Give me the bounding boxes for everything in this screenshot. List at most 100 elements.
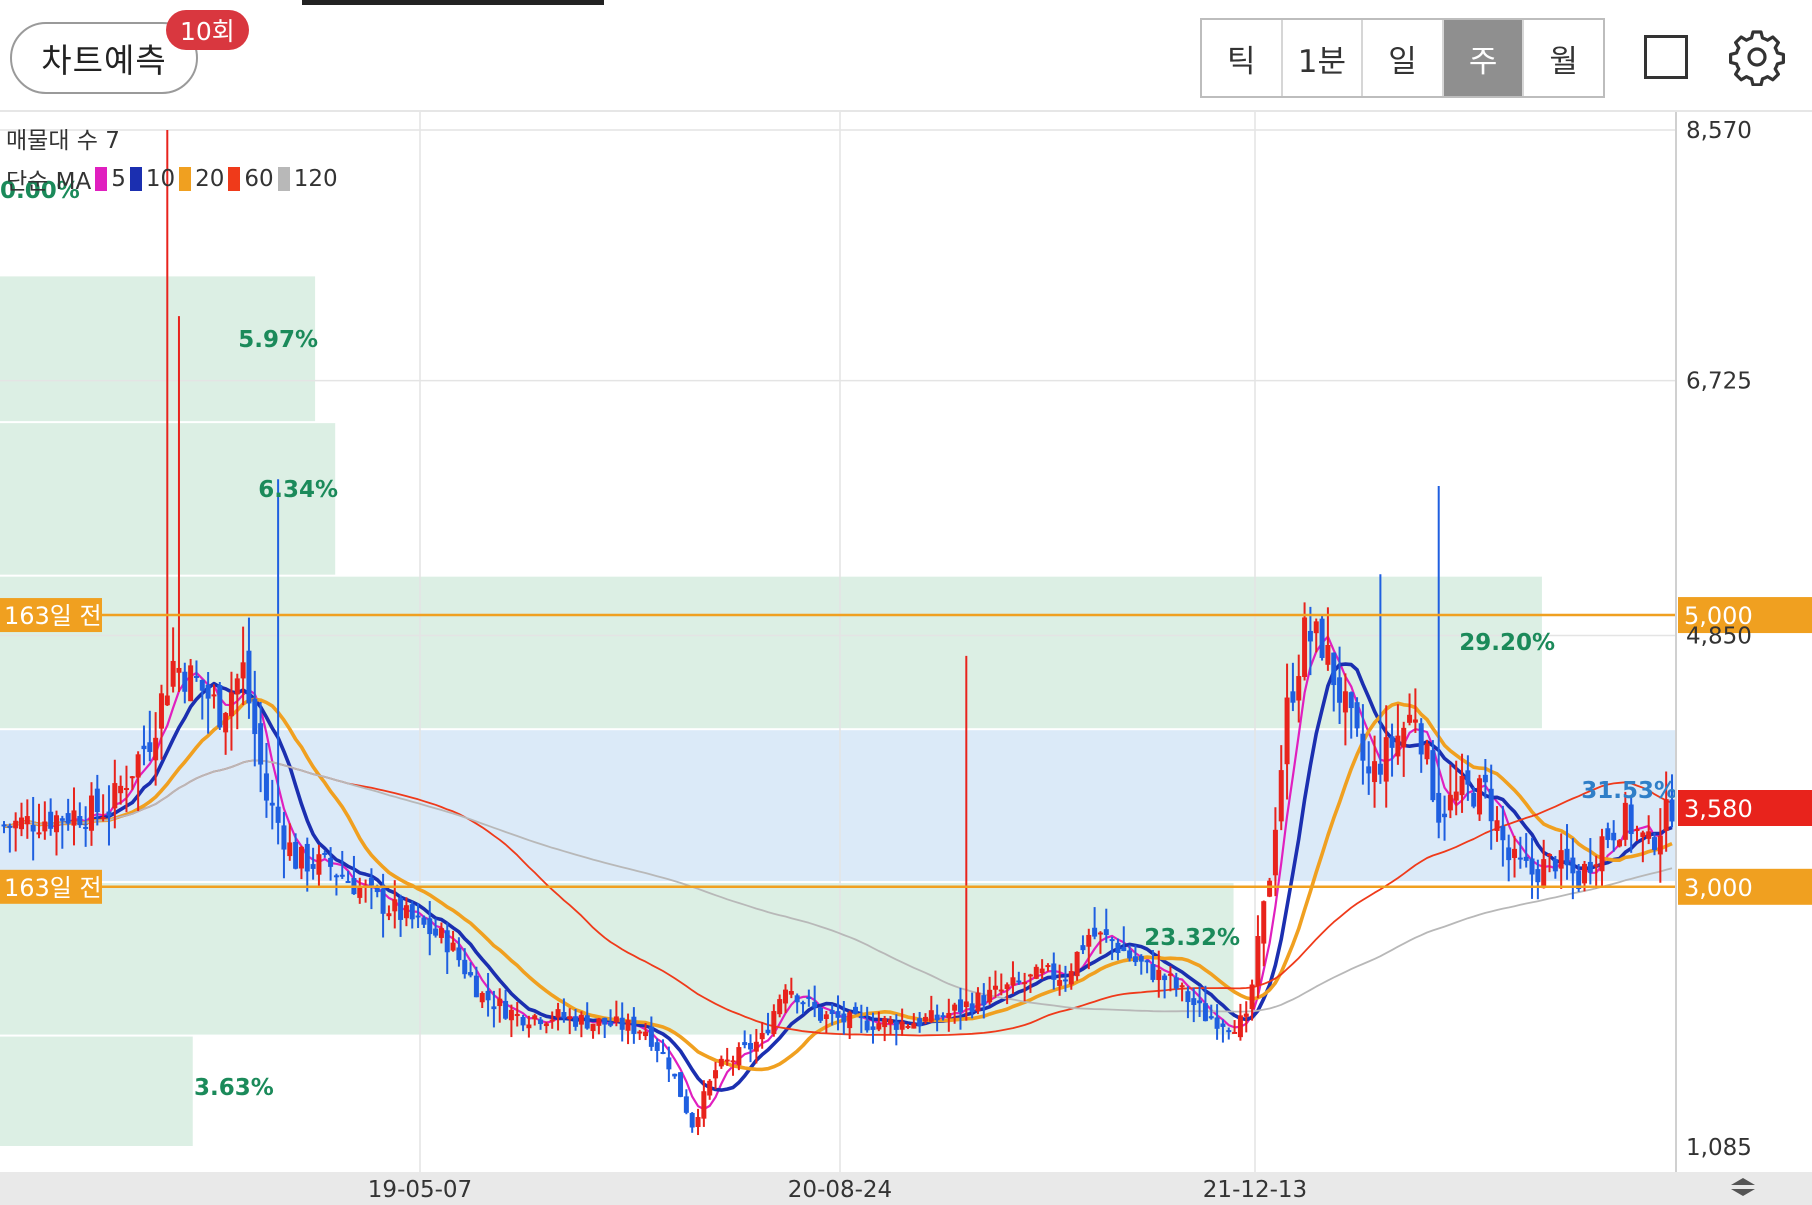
- candle-body-50: [293, 841, 299, 869]
- candle-body-79: [462, 959, 468, 975]
- candle-body-254: [1482, 774, 1488, 783]
- candle-body-268: [1564, 848, 1570, 866]
- candle-body-26: [153, 737, 159, 761]
- candle-body-184: [1074, 951, 1080, 977]
- candle-body-171: [998, 989, 1004, 992]
- candle-body-249: [1453, 791, 1459, 801]
- volume-pct-label-4: 31.53%: [1581, 778, 1677, 804]
- candle-body-132: [771, 1011, 777, 1035]
- candle-body-144: [841, 1013, 847, 1023]
- candle-body-57: [333, 875, 339, 878]
- candle-body-174: [1016, 980, 1022, 983]
- candle-body-280: [1634, 829, 1640, 832]
- candle-body-112: [654, 1042, 660, 1051]
- period-tab-3[interactable]: 주: [1443, 20, 1525, 96]
- candle-body-37: [217, 685, 223, 728]
- candle-body-182: [1062, 979, 1068, 982]
- candle-body-129: [753, 1041, 759, 1052]
- candle-body-10: [59, 818, 65, 821]
- candle-body-35: [205, 684, 211, 699]
- x-tick-label-2: 21-12-13: [1203, 1177, 1307, 1203]
- period-tab-4[interactable]: 월: [1524, 20, 1603, 96]
- candle-body-272: [1587, 861, 1593, 873]
- candle-body-131: [765, 1029, 771, 1034]
- candle-body-145: [847, 1012, 853, 1029]
- ma-legend-item-20: 20: [195, 166, 225, 192]
- candle-body-243: [1418, 723, 1424, 755]
- ma-swatch-5: [95, 167, 108, 191]
- period-tab-2[interactable]: 일: [1363, 20, 1444, 96]
- candle-body-56: [328, 857, 334, 867]
- y-tick-label-3: 1,085: [1686, 1135, 1752, 1161]
- candle-body-120: [701, 1091, 707, 1119]
- period-tab-0[interactable]: 틱: [1202, 20, 1283, 96]
- candle-body-146: [852, 1006, 858, 1014]
- ma-swatch-10: [129, 167, 142, 191]
- candle-body-25: [147, 742, 153, 752]
- candle-body-119: [695, 1117, 701, 1128]
- candle-body-99: [578, 1014, 584, 1025]
- period-tab-1[interactable]: 1분: [1283, 20, 1364, 96]
- candle-body-175: [1022, 982, 1028, 985]
- candle-body-43: [252, 698, 258, 735]
- fullscreen-checkbox-icon[interactable]: [1644, 35, 1688, 79]
- candle-body-264: [1541, 859, 1547, 889]
- candle-body-93: [543, 1023, 549, 1027]
- candle-body-219: [1278, 770, 1284, 822]
- candle-body-165: [963, 1001, 969, 1008]
- candle-body-140: [818, 1007, 824, 1021]
- hline-label-1: 163일 전: [4, 874, 102, 902]
- candle-body-2: [13, 820, 19, 829]
- candle-body-186: [1086, 934, 1092, 947]
- candle-body-15: [88, 795, 94, 831]
- candle-body-166: [969, 1003, 975, 1013]
- candle-body-284: [1657, 835, 1663, 855]
- gear-icon[interactable]: [1728, 28, 1786, 86]
- candle-body-89: [520, 1016, 526, 1026]
- candlestick-chart[interactable]: 163일 전 5,000163일 전 3,000 0.00%5.97%6.34%29…: [0, 112, 1812, 1205]
- candle-body-44: [258, 723, 264, 765]
- candle-body-202: [1179, 985, 1185, 988]
- candle-body-205: [1197, 1000, 1203, 1004]
- candle-body-176: [1027, 974, 1033, 977]
- candle-body-58: [339, 874, 345, 877]
- candle-body-68: [398, 897, 404, 920]
- candle-body-220: [1284, 697, 1290, 765]
- resize-handle-icon[interactable]: [1724, 1175, 1762, 1199]
- candle-body-252: [1471, 792, 1477, 807]
- candle-body-283: [1652, 837, 1658, 851]
- candle-body-230: [1342, 691, 1348, 713]
- candle-body-105: [613, 1016, 619, 1023]
- candle-body-273: [1593, 864, 1599, 867]
- candle-body-75: [438, 928, 444, 938]
- candle-body-41: [240, 662, 246, 679]
- candle-body-23: [135, 754, 141, 778]
- candle-body-111: [648, 1026, 654, 1047]
- candle-body-237: [1383, 737, 1389, 782]
- candle-body-225: [1313, 621, 1319, 634]
- candle-body-160: [934, 1014, 940, 1021]
- ma-swatch-120: [277, 167, 290, 191]
- candle-body-77: [450, 942, 456, 951]
- candle-body-21: [123, 788, 129, 791]
- volume-pct-label-6: 3.63%: [194, 1075, 274, 1101]
- candle-body-269: [1570, 857, 1576, 874]
- candle-body-224: [1307, 630, 1313, 642]
- candle-body-134: [783, 989, 789, 1004]
- candle-body-115: [672, 1073, 678, 1077]
- candle-body-218: [1272, 829, 1278, 876]
- candle-body-96: [561, 1012, 567, 1019]
- candle-body-14: [83, 826, 89, 829]
- candle-body-40: [234, 678, 240, 695]
- candle-body-80: [468, 972, 474, 976]
- candle-body-159: [928, 1010, 934, 1022]
- volume-band-6: [0, 1036, 193, 1146]
- candle-body-172: [1004, 984, 1010, 990]
- candle-body-13: [77, 816, 83, 826]
- candle-body-67: [392, 899, 398, 912]
- candle-body-279: [1628, 804, 1634, 834]
- candle-body-97: [567, 1016, 573, 1020]
- candle-body-91: [532, 1015, 538, 1020]
- candle-body-210: [1226, 1030, 1232, 1033]
- candle-body-94: [549, 1019, 555, 1022]
